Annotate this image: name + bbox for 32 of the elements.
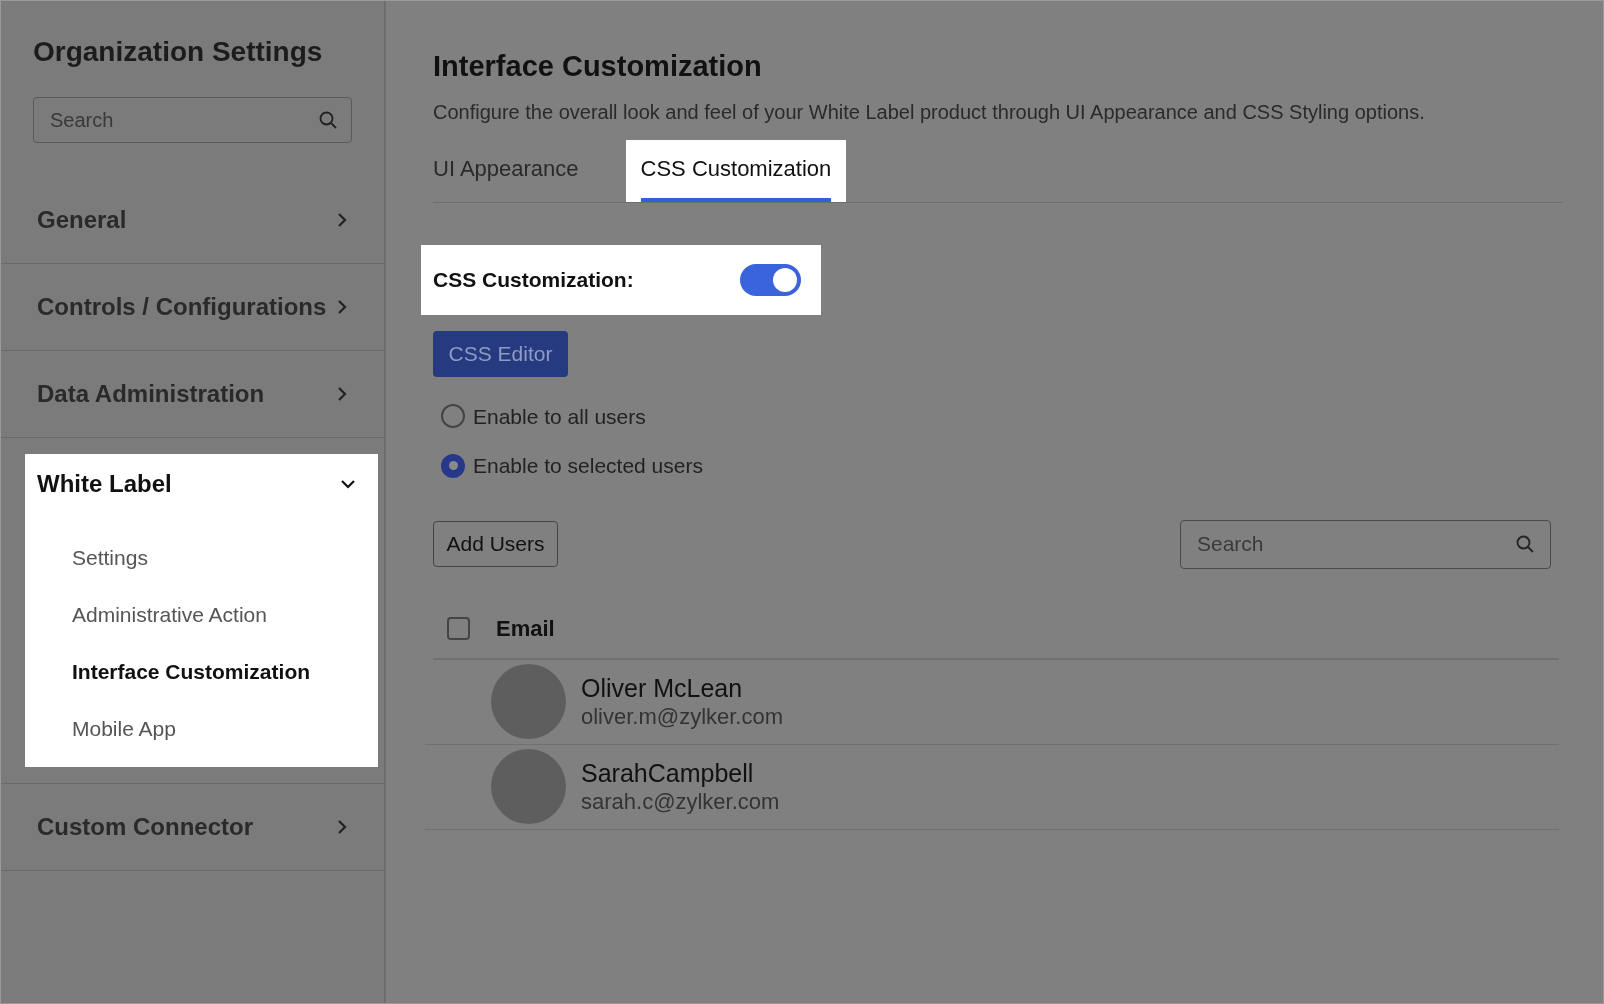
sidebar-subitem[interactable]: Interface Customization [25, 643, 378, 700]
toggle-switch[interactable] [740, 263, 801, 296]
sidebar-item[interactable]: Data Administration [1, 351, 384, 438]
sidebar-item[interactable]: General [1, 177, 384, 264]
toggle-label: CSS Customization: [433, 266, 634, 293]
page-description: Configure the overall look and feel of your White Label product through UI Appearance and CSS Styling options. [433, 99, 1426, 125]
user-name: SarahCampbell [581, 757, 755, 788]
radio-label: Enable to selected users [473, 453, 703, 479]
user-name: Oliver McLean [581, 672, 744, 703]
sidebar-item[interactable]: White Label [25, 454, 378, 514]
page-title: Interface Customization [433, 49, 763, 84]
add-users-button[interactable]: Add Users [433, 521, 558, 567]
tab[interactable]: CSS Customization [625, 139, 847, 202]
search-icon [318, 110, 338, 130]
search-icon [1515, 533, 1535, 554]
radio-label: Enable to all users [473, 403, 646, 430]
search-field[interactable]: Search [33, 97, 352, 143]
user-email: oliver.m@zylker.com [581, 702, 784, 731]
search-field[interactable]: Search [1180, 519, 1551, 569]
sidebar-item[interactable]: Controls / Configurations [1, 264, 384, 351]
user-email: sarah.c@zylker.com [581, 787, 780, 816]
checkbox[interactable] [447, 616, 470, 640]
css-editor-button[interactable]: CSS Editor [433, 330, 568, 377]
radio-button[interactable] [441, 404, 465, 429]
column-header: Email [496, 614, 555, 643]
sidebar-title: Organization Settings [32, 35, 324, 69]
sidebar-subitem[interactable]: Mobile App [25, 700, 378, 757]
sidebar-subitem[interactable]: Settings [25, 529, 378, 586]
sidebar-item[interactable]: Custom Connector [1, 784, 384, 871]
sidebar-subitem[interactable]: Administrative Action [25, 586, 378, 643]
radio-button[interactable] [441, 453, 465, 478]
tab[interactable]: UI Appearance [433, 139, 594, 202]
